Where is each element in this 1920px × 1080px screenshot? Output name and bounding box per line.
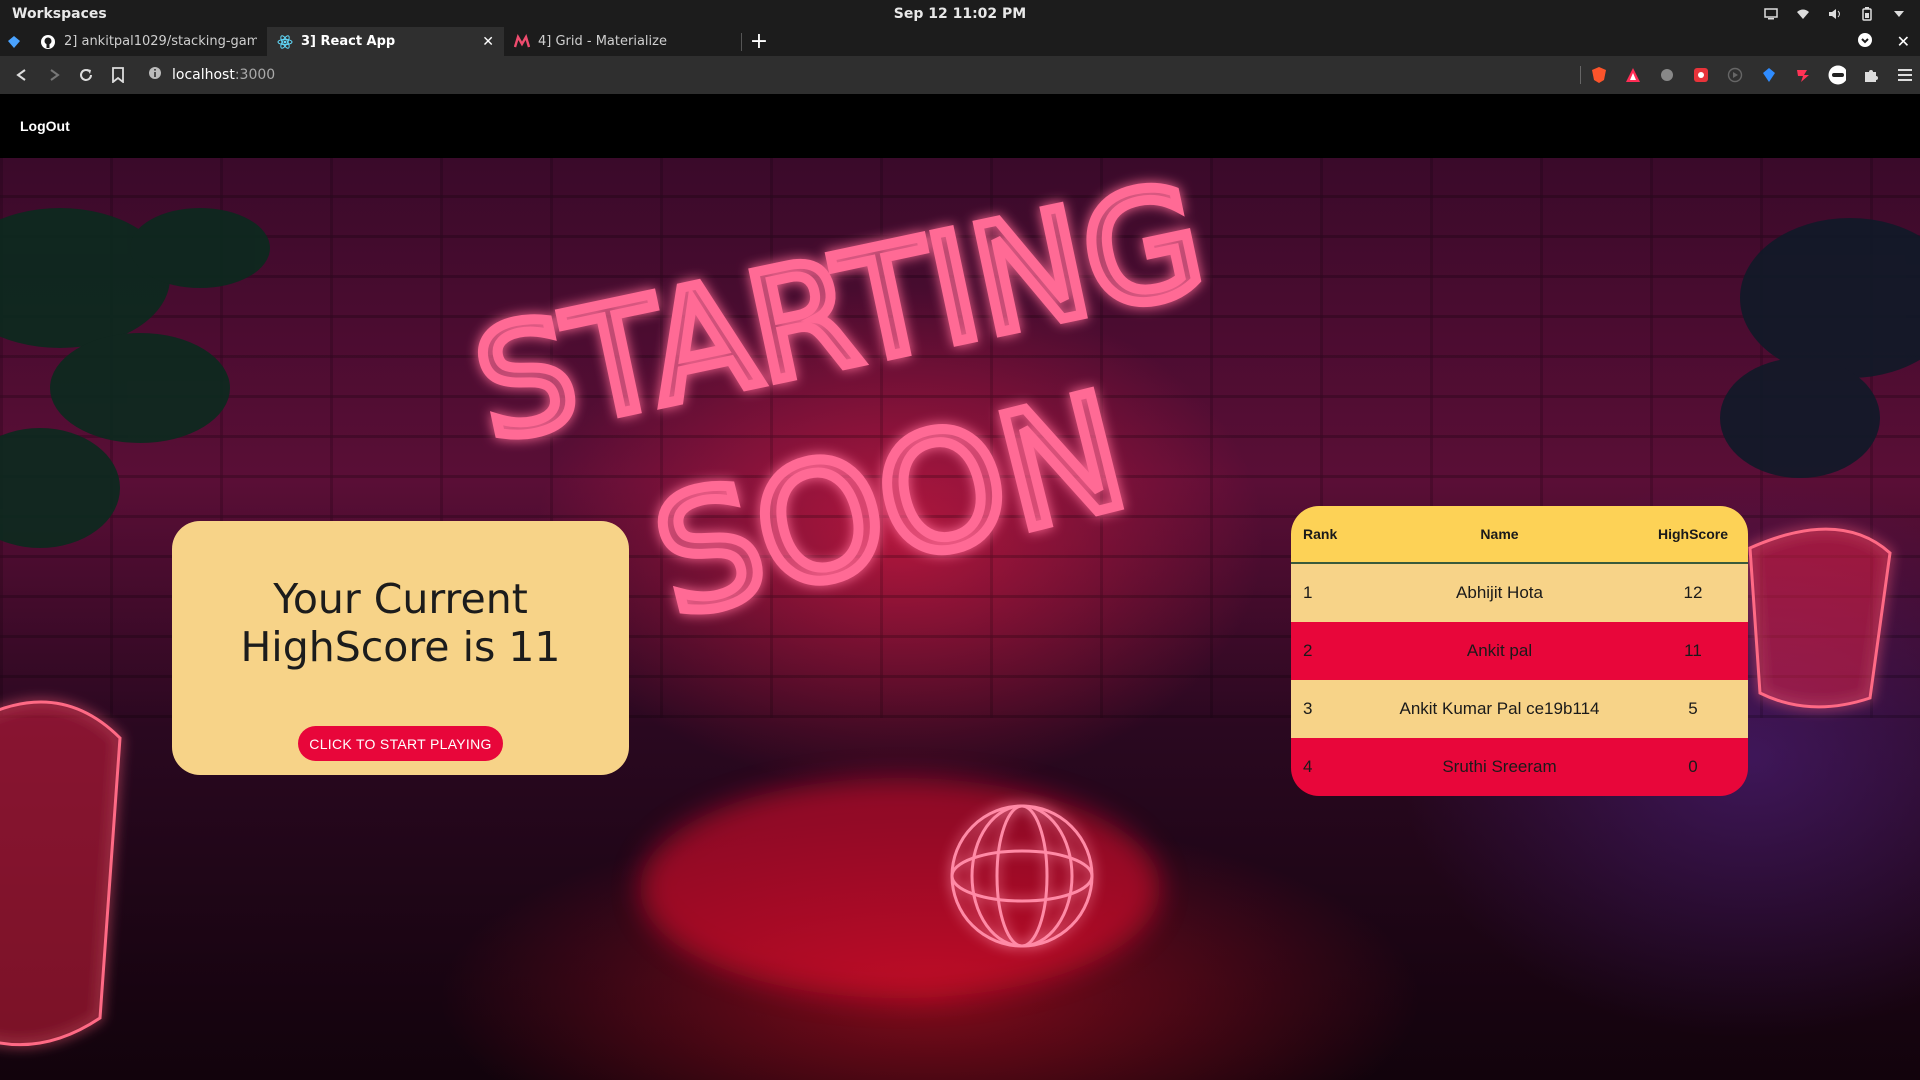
os-top-bar: Workspaces Sep 12 11:02 PM bbox=[0, 0, 1920, 27]
app-navbar: LogOut bbox=[0, 94, 1920, 158]
leaderboard-header: Rank Name HighScore bbox=[1291, 506, 1748, 564]
start-playing-button[interactable]: CLICK TO START PLAYING bbox=[298, 726, 503, 761]
tab-grid-materialize[interactable]: 4] Grid - Materialize bbox=[504, 27, 741, 56]
extension-ghost-icon[interactable] bbox=[1658, 66, 1676, 84]
materialize-icon bbox=[514, 33, 530, 50]
cell-rank: 1 bbox=[1303, 583, 1313, 602]
pinned-tab[interactable] bbox=[0, 27, 30, 56]
workspaces-label[interactable]: Workspaces bbox=[12, 6, 107, 22]
url-port: :3000 bbox=[234, 67, 276, 83]
cell-rank: 2 bbox=[1303, 641, 1313, 660]
tab-label: 3] React App bbox=[301, 34, 396, 49]
highscore-line-1: Your Current bbox=[273, 575, 528, 623]
browser-toolbar: localhost:3000 bbox=[0, 56, 1920, 94]
tab-search-icon[interactable] bbox=[1857, 32, 1873, 52]
cell-name: Ankit Kumar Pal ce19b114 bbox=[1399, 699, 1600, 718]
cell-score: 11 bbox=[1684, 641, 1702, 660]
cell-score: 12 bbox=[1683, 583, 1703, 602]
cell-name: Sruthi Sreeram bbox=[1442, 757, 1557, 776]
table-row: 1 Abhijit Hota 12 bbox=[1291, 564, 1748, 622]
extension-red-icon[interactable] bbox=[1692, 66, 1710, 84]
brave-shield-icon[interactable] bbox=[1590, 66, 1608, 84]
forward-icon[interactable] bbox=[38, 59, 70, 91]
neon-pot-left-art bbox=[0, 700, 122, 1047]
header-name: Name bbox=[1480, 526, 1519, 542]
extension-icons bbox=[1590, 56, 1914, 94]
tab-label: 4] Grid - Materialize bbox=[538, 34, 667, 49]
react-icon bbox=[277, 34, 293, 50]
close-tab-icon[interactable]: ✕ bbox=[482, 34, 494, 50]
cell-score: 0 bbox=[1688, 757, 1698, 776]
clock[interactable]: Sep 12 11:02 PM bbox=[894, 6, 1026, 22]
back-icon[interactable] bbox=[6, 59, 38, 91]
neon-pot-right-art bbox=[1748, 527, 1892, 709]
extensions-puzzle-icon[interactable] bbox=[1862, 66, 1880, 84]
plant-left-art bbox=[0, 208, 270, 548]
table-row: 3 Ankit Kumar Pal ce19b114 5 bbox=[1291, 680, 1748, 738]
extension-blue-icon[interactable] bbox=[1760, 66, 1778, 84]
browser-tab-strip: 2] ankitpal1029/stacking-game 3] React A… bbox=[0, 27, 1920, 56]
tab-react-app[interactable]: 3] React App ✕ bbox=[267, 27, 504, 56]
new-tab-button[interactable]: + bbox=[742, 27, 776, 56]
wifi-icon[interactable] bbox=[1796, 7, 1810, 21]
close-window-icon[interactable]: ✕ bbox=[1897, 32, 1910, 51]
display-icon[interactable] bbox=[1764, 7, 1778, 21]
profile-avatar-icon[interactable] bbox=[1828, 65, 1846, 85]
logout-link[interactable]: LogOut bbox=[20, 118, 70, 134]
pinned-tab-icon bbox=[6, 34, 22, 50]
extension-play-icon[interactable] bbox=[1726, 66, 1744, 84]
reload-icon[interactable] bbox=[70, 59, 102, 91]
volume-icon[interactable] bbox=[1828, 7, 1842, 21]
header-rank: Rank bbox=[1303, 526, 1338, 542]
battery-icon[interactable] bbox=[1860, 6, 1874, 21]
bookmark-icon[interactable] bbox=[102, 59, 134, 91]
github-icon bbox=[40, 34, 56, 50]
system-tray bbox=[1764, 6, 1906, 21]
url-divider bbox=[1580, 66, 1581, 84]
cell-rank: 4 bbox=[1303, 757, 1313, 776]
chevron-down-icon[interactable] bbox=[1892, 7, 1906, 21]
tab-stacking-game[interactable]: 2] ankitpal1029/stacking-game bbox=[30, 27, 267, 56]
score-card: Your Current HighScore is 11 CLICK TO ST… bbox=[172, 521, 629, 775]
plant-right-art bbox=[1720, 218, 1920, 478]
menu-icon[interactable] bbox=[1896, 66, 1914, 84]
tab-strip-controls: ✕ bbox=[1857, 27, 1910, 56]
address-bar[interactable]: localhost:3000 bbox=[140, 60, 1580, 90]
site-info-icon[interactable] bbox=[148, 66, 162, 84]
url-text: localhost:3000 bbox=[172, 67, 275, 83]
table-row: 4 Sruthi Sreeram 0 bbox=[1291, 738, 1748, 796]
cell-name: Abhijit Hota bbox=[1456, 583, 1543, 602]
leaderboard-table: Rank Name HighScore 1 Abhijit Hota 12 2 … bbox=[1291, 506, 1748, 796]
tab-label: 2] ankitpal1029/stacking-game bbox=[64, 34, 257, 49]
table-row: 2 Ankit pal 11 bbox=[1291, 622, 1748, 680]
cell-name: Ankit pal bbox=[1466, 641, 1533, 660]
highscore-headline: Your Current HighScore is 11 bbox=[172, 575, 629, 671]
extension-pink-icon[interactable] bbox=[1794, 66, 1812, 84]
brave-rewards-icon[interactable] bbox=[1624, 66, 1642, 84]
cell-rank: 3 bbox=[1303, 699, 1313, 718]
highscore-line-2: HighScore is 11 bbox=[240, 623, 561, 671]
header-highscore: HighScore bbox=[1657, 526, 1728, 542]
cell-score: 5 bbox=[1688, 699, 1698, 718]
url-host: localhost bbox=[172, 67, 235, 83]
